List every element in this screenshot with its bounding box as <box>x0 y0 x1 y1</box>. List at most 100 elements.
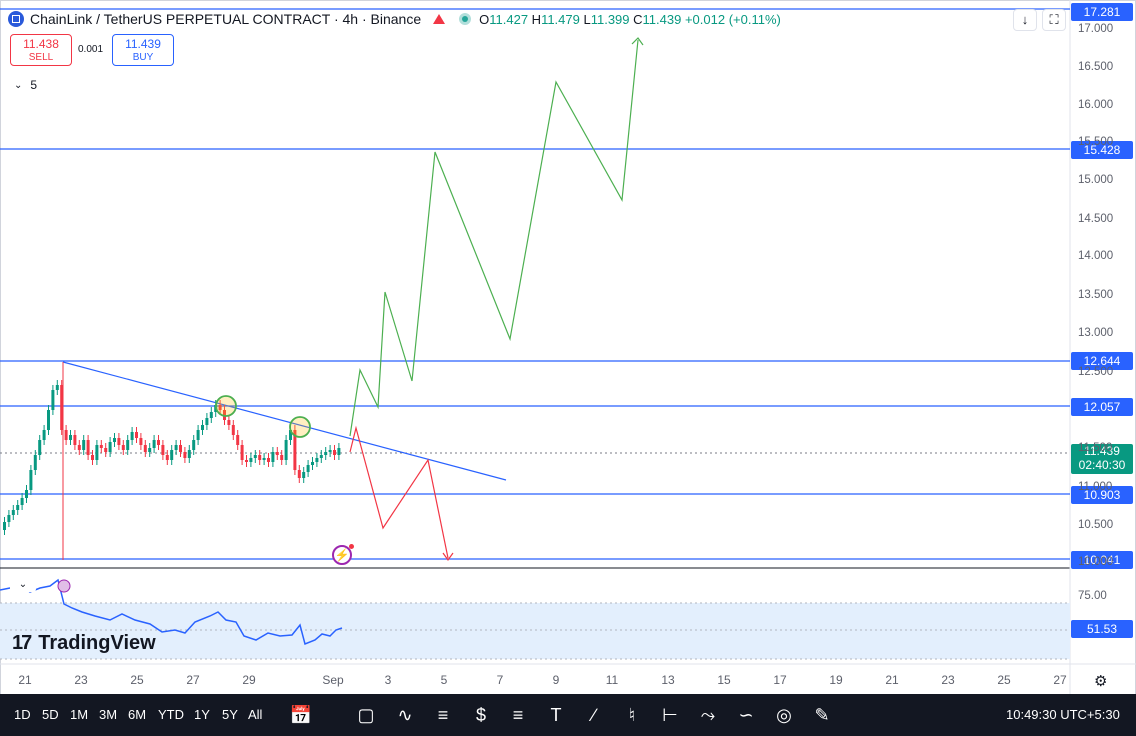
price-range-icon[interactable]: $ <box>468 702 494 728</box>
candle[interactable] <box>130 432 134 440</box>
candle[interactable] <box>245 460 248 462</box>
candle[interactable] <box>135 432 138 438</box>
trendline[interactable] <box>62 361 507 481</box>
candle[interactable] <box>20 498 24 505</box>
candle[interactable] <box>267 458 270 462</box>
candle[interactable] <box>196 430 200 440</box>
timeframe-6m[interactable]: 6M <box>128 707 146 722</box>
candle[interactable] <box>209 412 213 418</box>
timeframe-5y[interactable]: 5Y <box>222 707 238 722</box>
lightning-icon[interactable]: ⚡ <box>332 544 354 565</box>
candle[interactable] <box>117 438 121 445</box>
timeframe-ytd[interactable]: YTD <box>158 707 184 722</box>
candle[interactable] <box>55 385 59 390</box>
eye-icon[interactable]: ◎ <box>771 702 797 728</box>
candle[interactable] <box>333 450 336 455</box>
gear-icon[interactable]: ⚙ <box>1094 672 1107 690</box>
candle[interactable] <box>148 448 152 452</box>
symbol-title[interactable]: ChainLink / TetherUS PERPETUAL CONTRACT … <box>30 11 421 27</box>
candle[interactable] <box>73 435 77 445</box>
candle[interactable] <box>108 442 112 452</box>
candle[interactable] <box>25 490 28 498</box>
candle[interactable] <box>179 445 182 452</box>
symbol-header[interactable]: ChainLink / TetherUS PERPETUAL CONTRACT … <box>8 9 781 29</box>
candle[interactable] <box>315 458 319 462</box>
candle[interactable] <box>69 435 72 440</box>
timeframe-1y[interactable]: 1Y <box>194 707 210 722</box>
timeframe-all[interactable]: All <box>248 707 262 722</box>
candle[interactable] <box>113 438 116 442</box>
chart-canvas[interactable] <box>0 0 1136 736</box>
candle[interactable] <box>253 455 257 458</box>
candle[interactable] <box>91 455 94 460</box>
candle[interactable] <box>33 455 37 470</box>
candle[interactable] <box>280 455 284 460</box>
candle[interactable] <box>161 445 165 455</box>
volume-profile-icon[interactable]: ⊢ <box>657 702 683 728</box>
candle[interactable] <box>7 515 11 522</box>
candle[interactable] <box>306 465 310 472</box>
sell-button[interactable]: 11.438 SELL <box>10 34 72 66</box>
candle[interactable] <box>11 510 15 515</box>
pitchfork-tool-icon[interactable]: ♮ <box>619 702 645 728</box>
path-tool-icon[interactable]: ∿ <box>392 702 418 728</box>
text-tool-icon[interactable]: T <box>543 702 569 728</box>
candle[interactable] <box>152 440 156 448</box>
candle[interactable] <box>183 452 187 458</box>
candle[interactable] <box>121 445 125 450</box>
timeframe-1d[interactable]: 1D <box>14 707 31 722</box>
candle[interactable] <box>157 440 160 445</box>
candle[interactable] <box>262 458 266 460</box>
candle[interactable] <box>275 452 279 455</box>
trendline-tool-icon[interactable]: ∕ <box>581 702 607 728</box>
candle[interactable] <box>271 452 275 462</box>
candle[interactable] <box>3 522 6 530</box>
candle[interactable] <box>231 425 235 435</box>
candle[interactable] <box>64 430 68 440</box>
timeframe-3m[interactable]: 3M <box>99 707 117 722</box>
candle[interactable] <box>302 472 306 478</box>
brush-tool-icon[interactable]: ∽ <box>733 702 759 728</box>
price-label-12057[interactable]: 12.057 <box>1071 398 1133 416</box>
candlestick-series[interactable] <box>3 362 341 560</box>
tradingview-logo[interactable]: 17 TradingView <box>12 632 156 655</box>
touch-circle-1[interactable] <box>215 395 237 417</box>
indicators-toggle[interactable]: ⌄ 5 <box>10 76 41 94</box>
candle[interactable] <box>337 448 341 455</box>
candle[interactable] <box>86 440 90 455</box>
candle[interactable] <box>324 452 328 455</box>
touch-circle-2[interactable] <box>289 416 311 438</box>
candle[interactable] <box>165 455 169 460</box>
candle[interactable] <box>227 420 231 425</box>
candle[interactable] <box>249 458 253 462</box>
clock-timezone[interactable]: 10:49:30 UTC+5:30 <box>1006 707 1120 722</box>
candle[interactable] <box>139 438 143 445</box>
candle[interactable] <box>104 448 108 452</box>
candle[interactable] <box>38 440 42 455</box>
candle[interactable] <box>143 445 147 452</box>
candle[interactable] <box>205 418 209 425</box>
candle[interactable] <box>284 440 288 460</box>
rectangle-tool-icon[interactable]: ▢ <box>353 702 379 728</box>
candle[interactable] <box>51 390 55 410</box>
candle[interactable] <box>240 445 244 460</box>
candle[interactable] <box>77 445 81 450</box>
candle[interactable] <box>258 455 262 460</box>
candle[interactable] <box>236 435 240 445</box>
price-label-top[interactable]: 17.281 <box>1071 3 1133 21</box>
fib-tool-icon[interactable]: ≡ <box>505 702 531 728</box>
timeframe-5d[interactable]: 5D <box>42 707 59 722</box>
candle[interactable] <box>311 462 314 465</box>
candle[interactable] <box>126 440 130 450</box>
candle[interactable] <box>99 445 103 448</box>
candle[interactable] <box>170 450 174 460</box>
red-flag-icon[interactable] <box>433 14 446 24</box>
candle[interactable] <box>82 440 86 450</box>
candle[interactable] <box>319 455 323 458</box>
candle[interactable] <box>174 445 178 450</box>
candle[interactable] <box>201 425 204 430</box>
candle[interactable] <box>187 450 191 458</box>
candle[interactable] <box>192 440 196 450</box>
timeframe-1m[interactable]: 1M <box>70 707 88 722</box>
candle[interactable] <box>42 430 46 440</box>
